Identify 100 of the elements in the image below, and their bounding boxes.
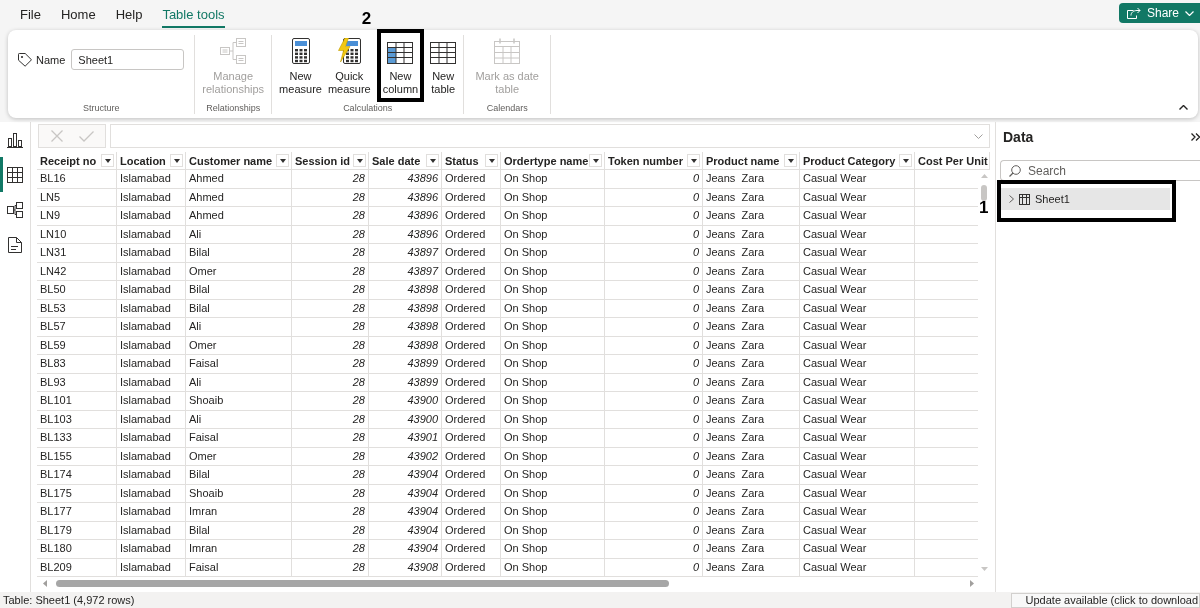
- table-cell: Imran: [186, 503, 292, 522]
- table-cell: 28: [292, 207, 369, 226]
- table-cell: On Shop: [501, 225, 605, 244]
- table-cell: Jeans Zara: [703, 207, 800, 226]
- table-cell: Casual Wear: [800, 392, 915, 411]
- column-filter-button[interactable]: [485, 154, 498, 167]
- table-cell: Ordered: [442, 447, 501, 466]
- table-cell: 28: [292, 392, 369, 411]
- collapse-ribbon-button[interactable]: [1177, 103, 1190, 112]
- table-cell: BL177: [37, 503, 117, 522]
- table-cell: 0: [605, 521, 703, 540]
- table-cell: Casual Wear: [800, 188, 915, 207]
- new-table-button[interactable]: New table: [429, 36, 458, 98]
- table-cell: Jeans Zara: [703, 540, 800, 559]
- menu-tab[interactable]: File: [20, 0, 41, 28]
- menu-tab[interactable]: Home: [60, 0, 96, 28]
- annotation-number: 2: [361, 10, 372, 28]
- search-field[interactable]: Search: [1000, 160, 1200, 181]
- table-cell: Islamabad: [117, 410, 186, 429]
- column-filter-button[interactable]: [426, 154, 439, 167]
- table-cell: 43897: [369, 244, 442, 263]
- column-filter-button[interactable]: [170, 154, 183, 167]
- table-cell: Jeans Zara: [703, 244, 800, 263]
- table-cell: On Shop: [501, 373, 605, 392]
- table-cell: Jeans Zara: [703, 410, 800, 429]
- table-item[interactable]: Sheet1: [1000, 188, 1170, 210]
- collapse-pane-button[interactable]: [1191, 133, 1200, 141]
- table-cell: Ali: [186, 410, 292, 429]
- table-cell: Islamabad: [117, 318, 186, 337]
- quick-measure-button[interactable]: Quick measure: [326, 36, 372, 98]
- table-cell: Faisal: [186, 558, 292, 577]
- column-header: Sale date: [372, 154, 421, 167]
- column-filter-button[interactable]: [276, 154, 289, 167]
- table-cell: Islamabad: [117, 540, 186, 559]
- table-cell: BL175: [37, 484, 117, 503]
- table-cell: 28: [292, 503, 369, 522]
- formula-field[interactable]: [110, 124, 990, 148]
- table-cell: Bilal: [186, 281, 292, 300]
- table-cell: LN9: [37, 207, 117, 226]
- scrollbar-thumb[interactable]: [56, 579, 669, 587]
- column-filter-button[interactable]: [899, 154, 912, 167]
- table-cell: Islamabad: [117, 281, 186, 300]
- table-cell: Jeans Zara: [703, 355, 800, 374]
- table-cell: Ordered: [442, 540, 501, 559]
- new-measure-button[interactable]: New measure: [278, 36, 323, 98]
- scrollbar-thumb[interactable]: [981, 185, 987, 201]
- table-cell: Jeans Zara: [703, 299, 800, 318]
- table-cell: Ordered: [442, 392, 501, 411]
- table-cell: Casual Wear: [800, 410, 915, 429]
- table-cell: Islamabad: [117, 225, 186, 244]
- table-cell: Casual Wear: [800, 262, 915, 281]
- table-cell: 43897: [369, 262, 442, 281]
- table-cell: 0: [605, 188, 703, 207]
- new-column-button[interactable]: New column: [381, 36, 420, 98]
- table-cell: 43901: [369, 429, 442, 448]
- table-cell: 0: [605, 373, 703, 392]
- table-cell: 0: [605, 281, 703, 300]
- close-icon: [50, 130, 63, 142]
- menu-tab[interactable]: Table tools: [162, 0, 225, 28]
- table-icon: [1019, 193, 1030, 205]
- status-text: Table: Sheet1 (4,972 rows): [2, 594, 135, 606]
- update-button[interactable]: Update available (click to download: [1010, 592, 1200, 608]
- name-field[interactable]: Sheet1: [71, 49, 185, 70]
- double-chevron-right-icon: [1191, 133, 1200, 141]
- table-cell: Ordered: [442, 429, 501, 448]
- table-cell: 0: [605, 410, 703, 429]
- table-cell: Casual Wear: [800, 429, 915, 448]
- table-cell: Imran: [186, 540, 292, 559]
- menu-tab[interactable]: Help: [115, 0, 143, 28]
- column-filter-button[interactable]: [784, 154, 797, 167]
- table-cell: Ordered: [442, 503, 501, 522]
- table-cell: 28: [292, 318, 369, 337]
- table-cell: 0: [605, 392, 703, 411]
- table-cell: On Shop: [501, 521, 605, 540]
- table-cell: 0: [605, 503, 703, 522]
- table-cell: BL50: [37, 281, 117, 300]
- relationships-icon: [220, 38, 247, 64]
- table-cell: 28: [292, 521, 369, 540]
- table-cell: Faisal: [186, 355, 292, 374]
- table-cell: Casual Wear: [800, 207, 915, 226]
- diagram-icon: [7, 201, 23, 218]
- table-cell: 43899: [369, 373, 442, 392]
- caret-down-icon: [787, 158, 794, 163]
- table-cell: 28: [292, 299, 369, 318]
- column-filter-button[interactable]: [353, 154, 366, 167]
- column-filter-button[interactable]: [687, 154, 700, 167]
- table-cell: Casual Wear: [800, 558, 915, 577]
- table-cell: 43898: [369, 299, 442, 318]
- table-cell: 43908: [369, 558, 442, 577]
- table-cell: 43904: [369, 484, 442, 503]
- table-cell: BL174: [37, 466, 117, 485]
- table-column-icon: [387, 42, 414, 64]
- table-cell: Shoaib: [186, 392, 292, 411]
- column-filter-button[interactable]: [101, 154, 114, 167]
- table-cell: On Shop: [501, 355, 605, 374]
- share-button[interactable]: Share: [1118, 3, 1200, 23]
- table-cell: Islamabad: [117, 299, 186, 318]
- column-filter-button[interactable]: [589, 154, 602, 167]
- table-cell: Casual Wear: [800, 299, 915, 318]
- table-cell: 0: [605, 244, 703, 263]
